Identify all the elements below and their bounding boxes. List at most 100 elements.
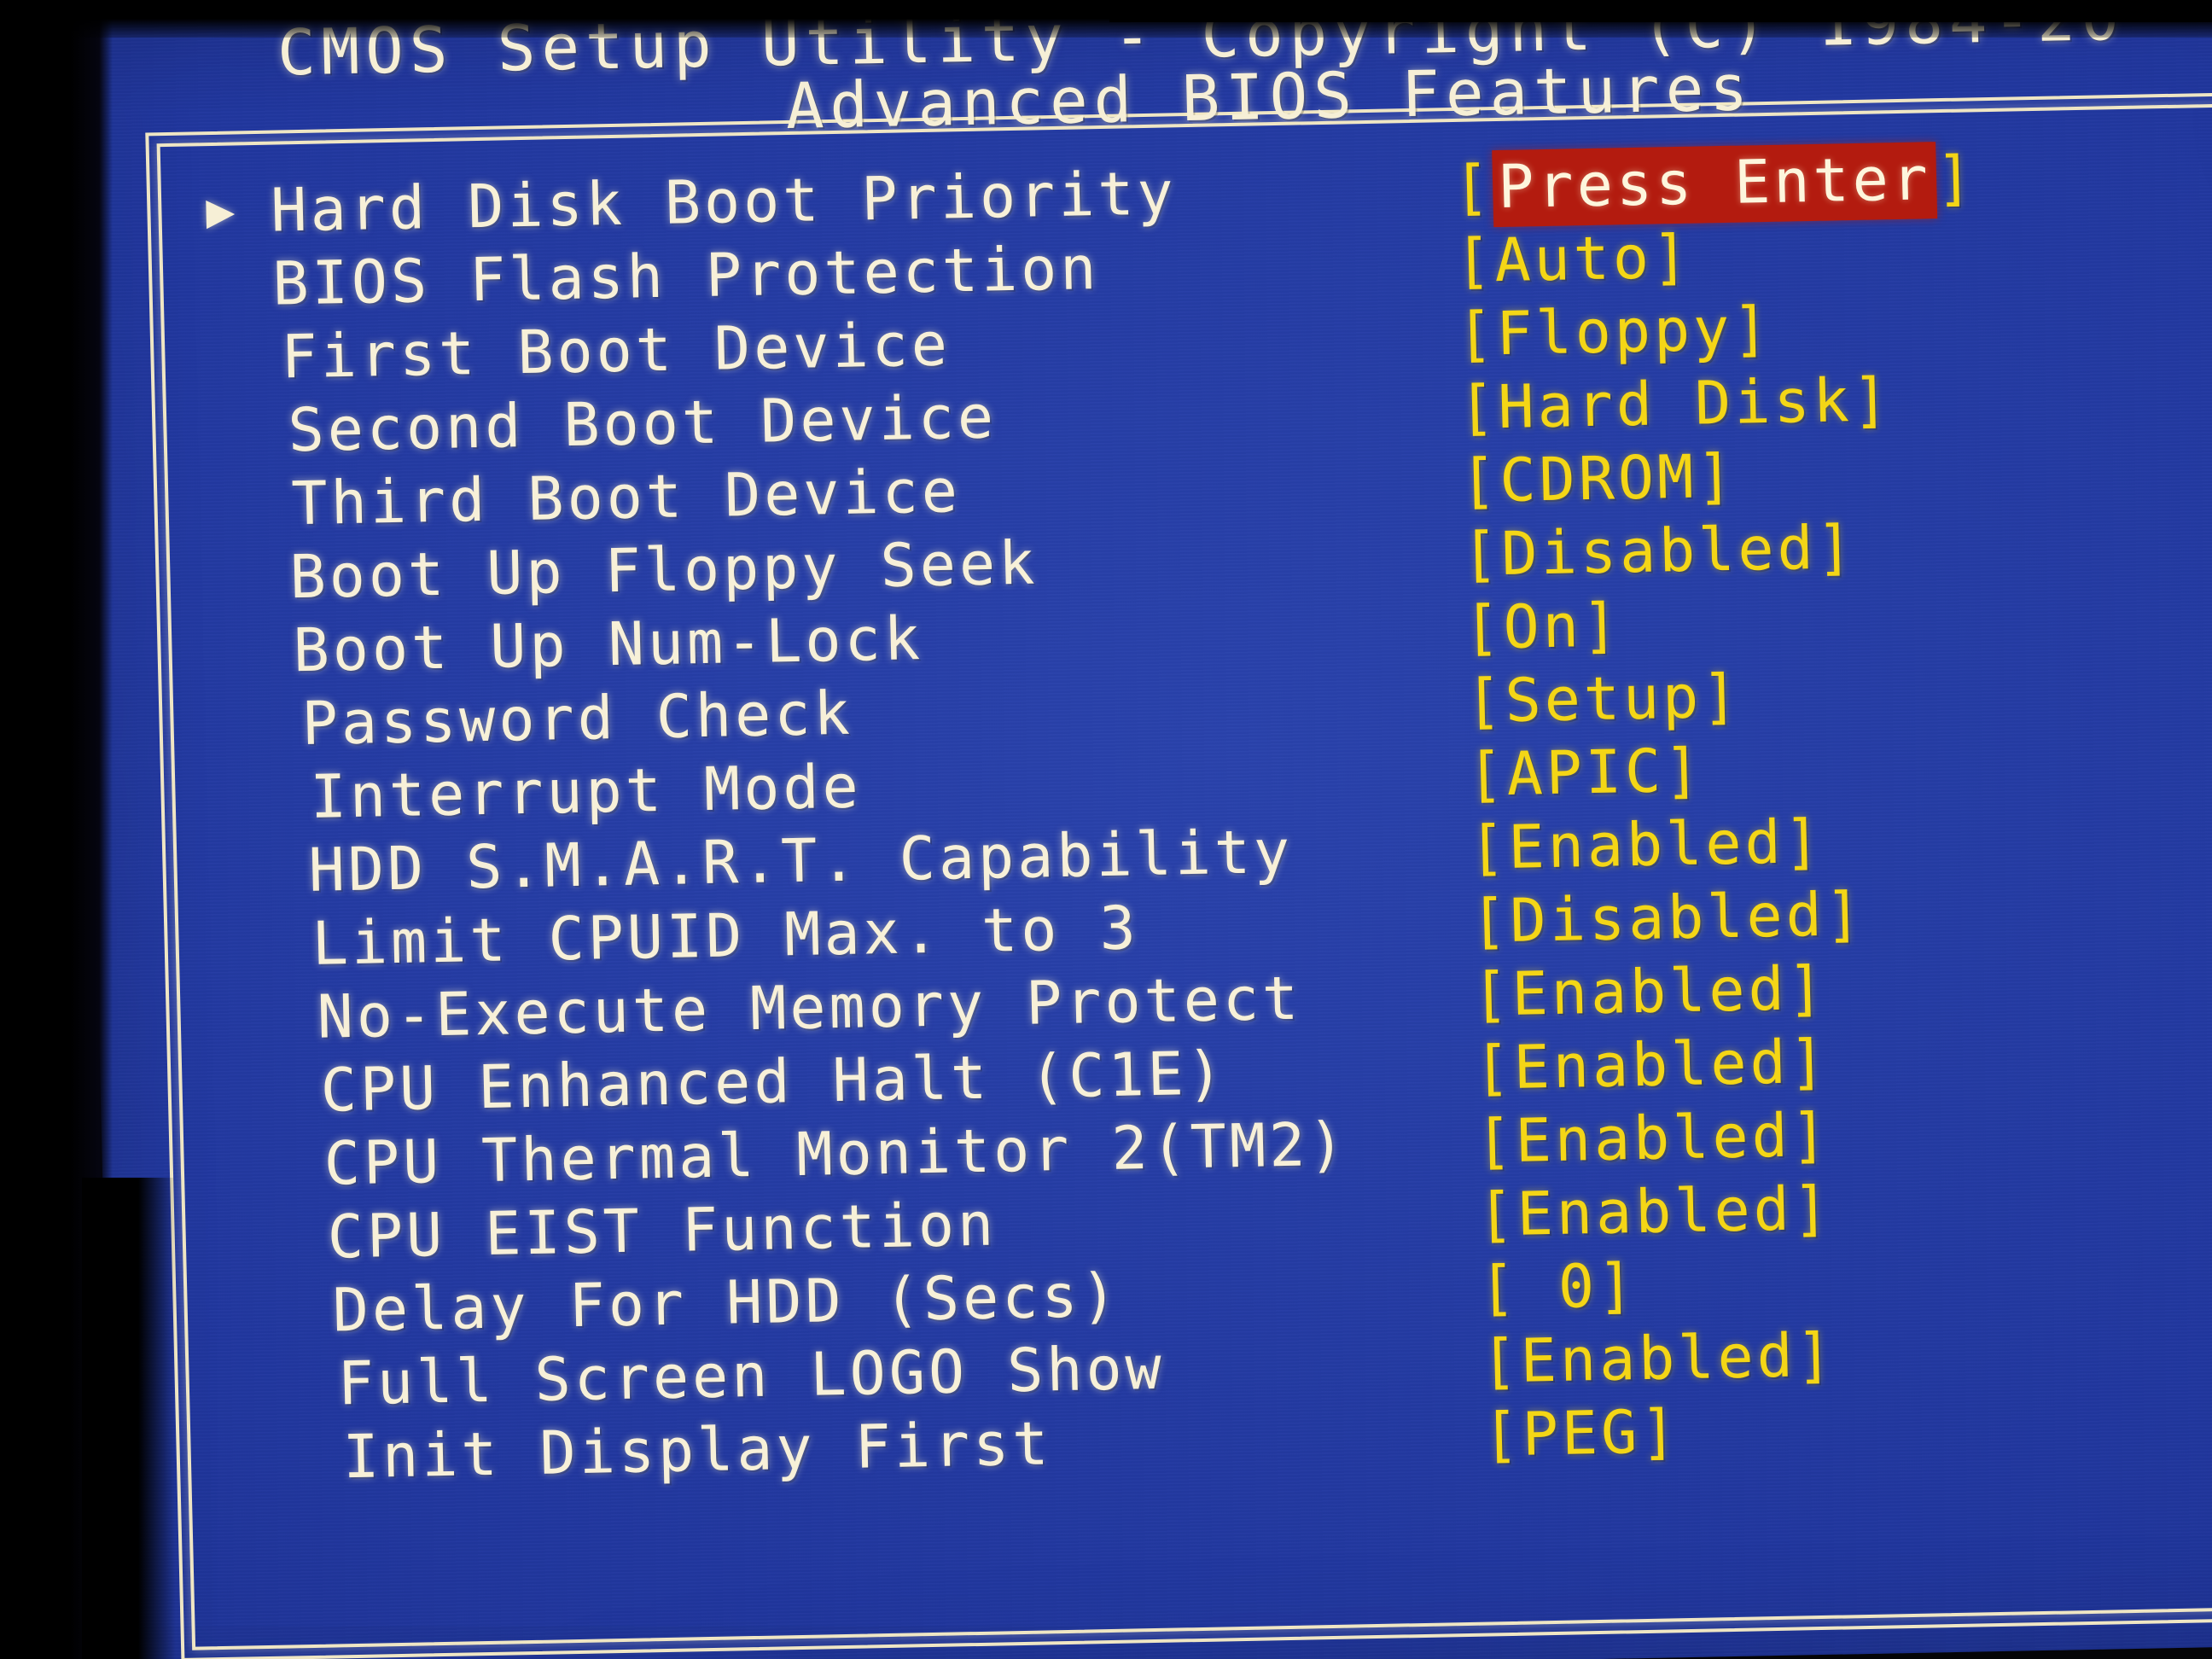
value-close-bracket: ] bbox=[1650, 221, 1693, 293]
value-close-bracket: ] bbox=[1597, 1250, 1639, 1321]
crt-screen-surface: CMOS Setup Utility - Copyright (C) 1984-… bbox=[75, 0, 2212, 1659]
value-open-bracket: [ bbox=[1452, 152, 1494, 224]
row-marker-slot bbox=[219, 761, 271, 762]
setting-label: Interrupt Mode bbox=[309, 751, 863, 832]
setting-value-text: Enabled bbox=[1519, 1320, 1797, 1396]
setting-value[interactable]: [Floppy] bbox=[1456, 292, 1773, 371]
value-open-bracket: [ bbox=[1466, 738, 1508, 810]
value-open-bracket: [ bbox=[1478, 1252, 1520, 1324]
value-open-bracket: [ bbox=[1480, 1325, 1522, 1397]
setting-label: First Boot Device bbox=[280, 309, 952, 393]
settings-list: ▶ Hard Disk Boot Priority [Press Enter] BIO… bbox=[198, 136, 2212, 1496]
setting-value[interactable]: [Disabled] bbox=[1461, 510, 1856, 591]
monitor-bezel-top-right bbox=[1109, 0, 2212, 22]
row-marker-slot bbox=[228, 1128, 279, 1129]
value-close-bracket: ] bbox=[1791, 1173, 1833, 1244]
setting-value-text: 0 bbox=[1517, 1251, 1598, 1323]
value-open-bracket: [ bbox=[1476, 1179, 1518, 1250]
setting-value[interactable]: [Auto] bbox=[1454, 220, 1692, 298]
value-close-bracket: ] bbox=[1701, 661, 1743, 732]
setting-label: CPU EIST Function bbox=[326, 1189, 998, 1272]
value-close-bracket: ] bbox=[1783, 806, 1825, 877]
value-close-bracket: ] bbox=[1663, 735, 1705, 806]
setting-value-text: Enabled bbox=[1514, 1100, 1792, 1176]
setting-value-text: Enabled bbox=[1507, 806, 1785, 882]
setting-value[interactable]: [Press Enter] bbox=[1452, 141, 1976, 228]
setting-value[interactable]: [Enabled] bbox=[1474, 1025, 1830, 1105]
setting-label: Third Boot Device bbox=[290, 456, 962, 539]
submenu-arrow-icon: ▶ bbox=[205, 183, 239, 240]
setting-value-text: Floppy bbox=[1495, 294, 1734, 370]
value-close-bracket: ] bbox=[1788, 1026, 1830, 1097]
setting-value[interactable]: [Enabled] bbox=[1477, 1172, 1833, 1252]
value-close-bracket: ] bbox=[1790, 1099, 1831, 1171]
value-open-bracket: [ bbox=[1470, 885, 1511, 957]
setting-value-text: Enabled bbox=[1512, 1027, 1790, 1103]
setting-value-text: Auto bbox=[1493, 222, 1653, 296]
value-close-bracket: ] bbox=[1795, 1319, 1837, 1391]
setting-value[interactable]: [Enabled] bbox=[1476, 1098, 1831, 1179]
setting-value-text: Setup bbox=[1504, 661, 1703, 736]
value-open-bracket: [ bbox=[1458, 372, 1499, 443]
value-open-bracket: [ bbox=[1473, 1032, 1515, 1103]
setting-value-text: CDROM bbox=[1499, 441, 1698, 516]
row-marker-slot bbox=[216, 614, 267, 615]
value-close-bracket: ] bbox=[1580, 590, 1622, 661]
value-open-bracket: [ bbox=[1459, 445, 1501, 516]
row-marker-slot bbox=[211, 394, 262, 395]
row-marker-slot bbox=[231, 1275, 282, 1276]
row-marker-slot bbox=[233, 1348, 284, 1349]
row-marker-slot bbox=[212, 468, 264, 469]
setting-label: Second Boot Device bbox=[287, 381, 998, 466]
setting-value[interactable]: [APIC] bbox=[1466, 734, 1704, 812]
setting-value-text: Disabled bbox=[1509, 879, 1826, 956]
setting-label: Boot Up Num-Lock bbox=[292, 603, 924, 686]
setting-value[interactable]: [Enabled] bbox=[1468, 805, 1824, 885]
setting-label: Password Check bbox=[300, 678, 854, 760]
row-marker-slot bbox=[214, 541, 265, 542]
value-close-bracket: ] bbox=[1824, 878, 1866, 950]
value-close-bracket: ] bbox=[1786, 952, 1828, 1024]
setting-label: Boot Up Floppy Seek bbox=[288, 527, 1039, 613]
setting-value[interactable]: [PEG] bbox=[1482, 1394, 1681, 1471]
value-open-bracket: [ bbox=[1461, 519, 1503, 590]
setting-value[interactable]: [On] bbox=[1463, 588, 1622, 665]
value-close-bracket: ] bbox=[1935, 143, 1976, 214]
setting-value-text: Press Enter bbox=[1492, 142, 1937, 228]
row-marker-slot bbox=[223, 908, 274, 909]
setting-value[interactable]: [CDROM] bbox=[1459, 439, 1737, 518]
setting-value-text: Hard Disk bbox=[1497, 365, 1854, 443]
row-marker-slot bbox=[218, 688, 269, 689]
value-open-bracket: [ bbox=[1454, 225, 1496, 296]
bios-screen-photo: CMOS Setup Utility - Copyright (C) 1984-… bbox=[0, 0, 2212, 1659]
value-open-bracket: [ bbox=[1475, 1105, 1516, 1177]
setting-label: Init Display First bbox=[341, 1408, 1053, 1493]
value-open-bracket: [ bbox=[1456, 299, 1498, 370]
monitor-bezel-lower-left bbox=[82, 1178, 176, 1659]
value-close-bracket: ] bbox=[1639, 1396, 1681, 1468]
row-marker-slot bbox=[226, 1055, 277, 1056]
value-open-bracket: [ bbox=[1464, 665, 1506, 736]
value-open-bracket: [ bbox=[1471, 958, 1513, 1030]
value-open-bracket: [ bbox=[1463, 592, 1505, 663]
setting-value[interactable]: [Setup] bbox=[1464, 660, 1742, 738]
setting-value[interactable]: [Hard Disk] bbox=[1458, 363, 1893, 445]
setting-value[interactable]: [Disabled] bbox=[1470, 877, 1866, 958]
value-close-bracket: ] bbox=[1732, 293, 1773, 364]
row-marker-slot bbox=[224, 981, 276, 982]
value-close-bracket: ] bbox=[1851, 364, 1893, 436]
setting-value-text: APIC bbox=[1505, 736, 1666, 809]
row-marker-slot bbox=[209, 321, 260, 322]
setting-value[interactable]: [Enabled] bbox=[1471, 952, 1828, 1032]
value-open-bracket: [ bbox=[1481, 1399, 1523, 1470]
setting-value-text: Enabled bbox=[1511, 953, 1789, 1029]
setting-value-text: On bbox=[1502, 591, 1583, 662]
setting-value-text: PEG bbox=[1521, 1397, 1642, 1470]
setting-value[interactable]: [Enabled] bbox=[1481, 1318, 1837, 1399]
row-marker-slot bbox=[235, 1422, 286, 1423]
row-marker-slot bbox=[207, 247, 258, 248]
setting-value-text: Enabled bbox=[1516, 1173, 1794, 1249]
value-close-bracket: ] bbox=[1815, 512, 1857, 583]
setting-value[interactable]: [ 0] bbox=[1479, 1249, 1639, 1325]
setting-value-text: Disabled bbox=[1500, 512, 1818, 590]
